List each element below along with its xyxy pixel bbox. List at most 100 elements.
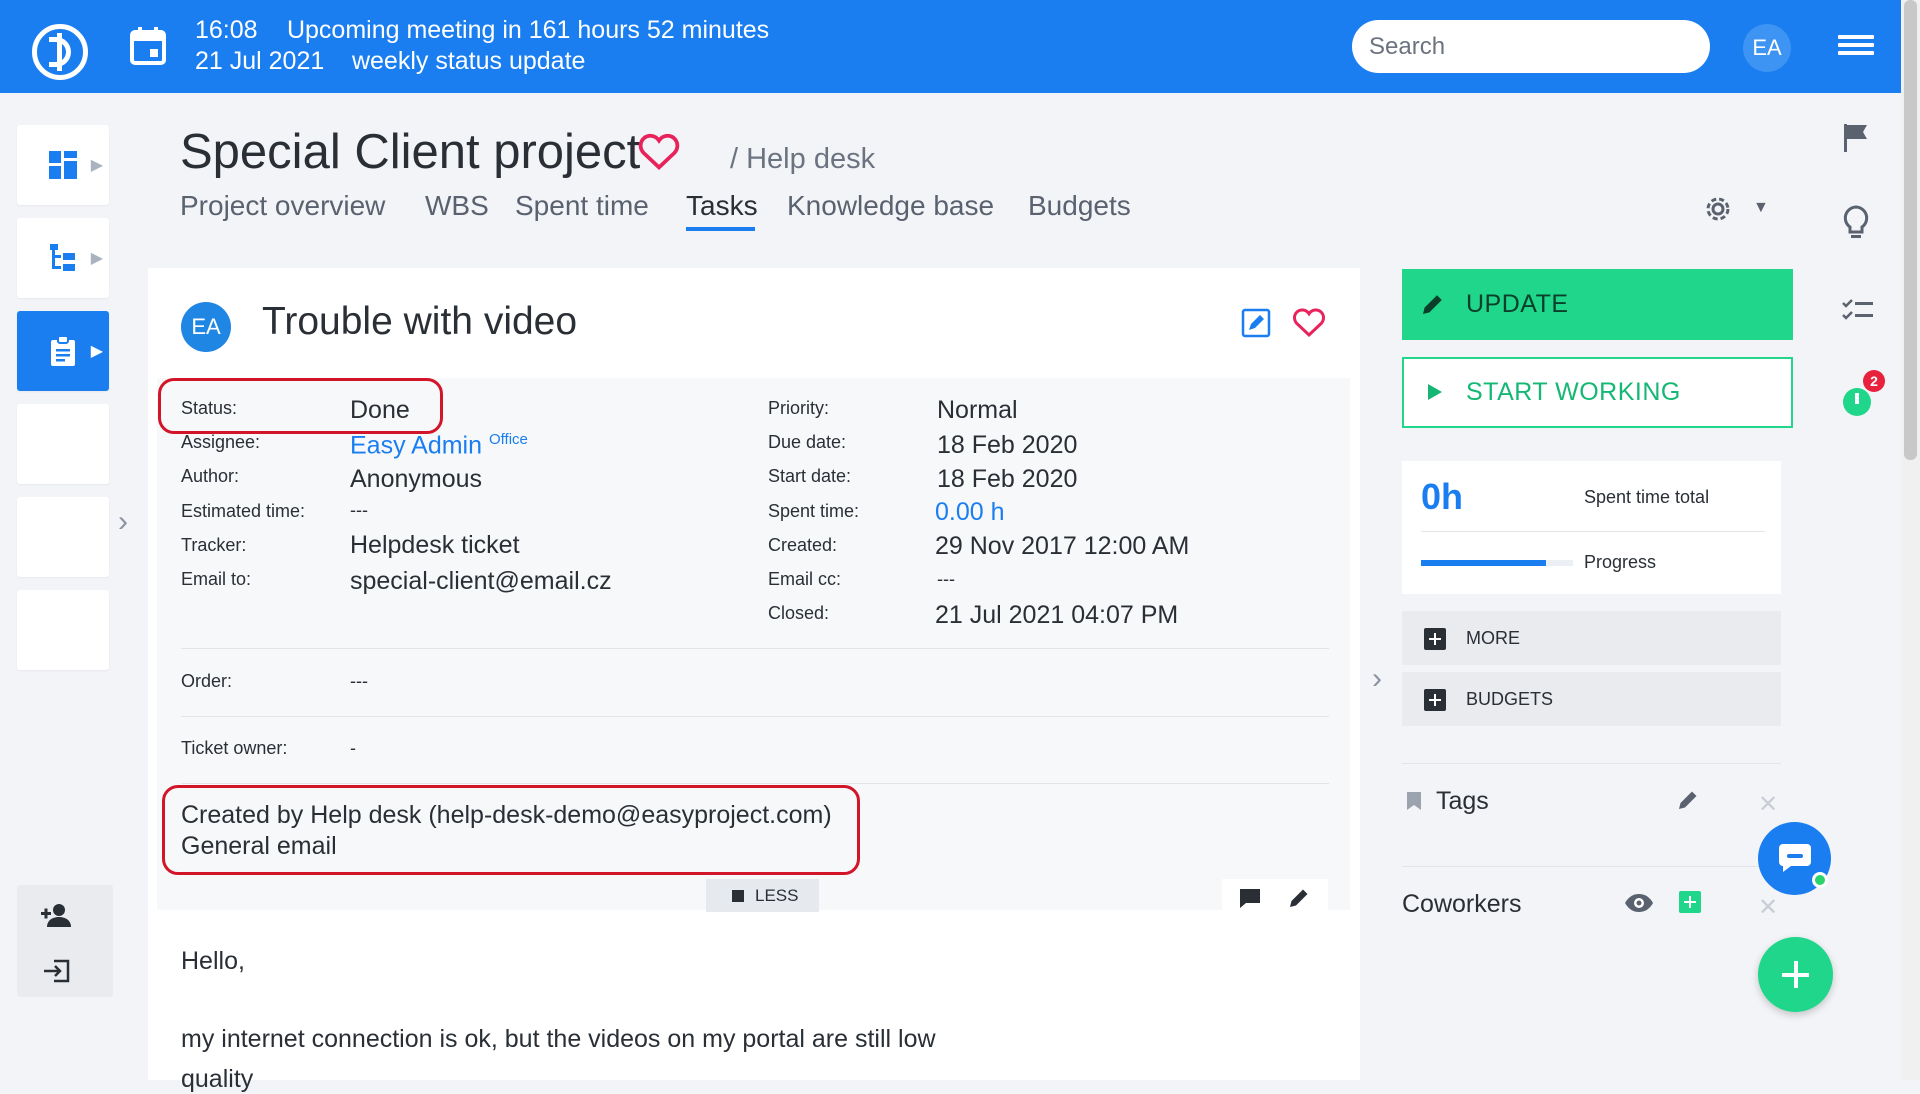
- chevron-down-icon[interactable]: ▼: [1753, 199, 1769, 217]
- close-icon[interactable]: ✕: [1758, 893, 1778, 922]
- calendar-icon[interactable]: [130, 27, 166, 65]
- estimated-time-label: Estimated time:: [181, 501, 306, 521]
- sidebar-item-empty-3[interactable]: [17, 590, 109, 670]
- flag-icon[interactable]: [1842, 123, 1870, 153]
- comment-icon[interactable]: [1238, 887, 1262, 909]
- menu-icon[interactable]: [1838, 35, 1874, 59]
- chevron-right-icon: ▶: [90, 157, 103, 174]
- chevron-right-icon: ▶: [90, 343, 103, 360]
- breadcrumb[interactable]: / Help desk: [730, 143, 875, 176]
- tab-wbs[interactable]: WBS: [425, 190, 489, 222]
- tab-spent-time[interactable]: Spent time: [515, 190, 649, 222]
- meeting-reminder[interactable]: 16:08 Upcoming meeting in 161 hours 52 m…: [195, 16, 769, 45]
- divider: [1421, 531, 1765, 532]
- eye-icon[interactable]: [1624, 893, 1654, 913]
- avatar[interactable]: EA: [181, 302, 231, 352]
- description-greeting: Hello,: [181, 947, 245, 975]
- gear-icon[interactable]: [1702, 193, 1734, 225]
- online-status-dot: [1812, 872, 1828, 888]
- tab-budgets[interactable]: Budgets: [1028, 190, 1131, 222]
- progress-bar: [1421, 560, 1573, 566]
- play-icon: [1428, 384, 1442, 400]
- meeting-countdown: Upcoming meeting in 161 hours 52 minutes: [286, 16, 770, 44]
- edit-tags-icon[interactable]: [1677, 789, 1699, 811]
- status-highlight-annotation: [158, 378, 443, 434]
- spent-time-total-value: 0h: [1421, 476, 1464, 517]
- created-label: Created:: [768, 535, 838, 555]
- close-icon[interactable]: ✕: [1758, 790, 1778, 819]
- search-input[interactable]: Search: [1352, 20, 1710, 73]
- email-cc-value[interactable]: ---: [937, 569, 955, 590]
- assignee-value[interactable]: Easy Admin Office: [350, 431, 528, 460]
- description-toolbar: [1222, 879, 1328, 912]
- priority-value[interactable]: Normal: [937, 396, 1018, 425]
- tracker-value[interactable]: Helpdesk ticket: [350, 531, 520, 560]
- due-date-value[interactable]: 18 Feb 2020: [937, 431, 1077, 460]
- pencil-icon[interactable]: [1288, 887, 1310, 909]
- sidebar-expand-icon[interactable]: ›: [118, 505, 128, 539]
- sidebar-item-empty-2[interactable]: [17, 497, 109, 577]
- more-panel[interactable]: MORE: [1402, 611, 1781, 665]
- plus-icon: [1424, 628, 1446, 650]
- checklist-icon[interactable]: [1842, 298, 1874, 326]
- start-working-button[interactable]: START WORKING: [1402, 357, 1793, 428]
- task-title: Trouble with video: [262, 300, 578, 343]
- scrollbar-thumb[interactable]: [1904, 0, 1917, 460]
- priority-label: Priority:: [768, 398, 830, 418]
- update-label: UPDATE: [1466, 290, 1569, 318]
- meeting-title: weekly status update: [351, 47, 586, 75]
- order-value[interactable]: ---: [350, 671, 368, 692]
- tags-label: Tags: [1436, 787, 1489, 815]
- progress-bar-fill: [1421, 560, 1546, 566]
- tracker-label: Tracker:: [181, 535, 247, 555]
- email-cc-label: Email cc:: [768, 569, 842, 589]
- estimated-time-value[interactable]: ---: [350, 500, 368, 521]
- sidebar-item-structure[interactable]: ▶: [17, 218, 109, 298]
- edit-icon[interactable]: [1241, 308, 1271, 338]
- divider: [1402, 763, 1781, 764]
- less-button[interactable]: LESS: [706, 879, 819, 912]
- sidebar-item-empty-1[interactable]: [17, 404, 109, 484]
- assignee-link[interactable]: Easy Admin: [350, 431, 482, 459]
- budgets-label: BUDGETS: [1466, 689, 1554, 709]
- progress-label: Progress: [1584, 552, 1657, 572]
- closed-label: Closed:: [768, 603, 830, 623]
- user-avatar[interactable]: EA: [1743, 24, 1791, 72]
- ticket-owner-value[interactable]: -: [350, 738, 356, 759]
- created-by-highlight-annotation: [162, 785, 860, 875]
- meeting-time: 16:08: [195, 16, 258, 44]
- timer-count-badge: 2: [1863, 370, 1885, 392]
- spent-time-label: Spent time:: [768, 501, 860, 521]
- email-to-value[interactable]: special-client@email.cz: [350, 567, 612, 596]
- pencil-icon: [1423, 295, 1442, 314]
- start-date-value[interactable]: 18 Feb 2020: [937, 465, 1077, 494]
- spent-time-value[interactable]: 0.00 h: [935, 498, 1005, 527]
- add-coworker-button[interactable]: [1679, 891, 1701, 913]
- tab-tasks[interactable]: Tasks: [686, 190, 758, 222]
- assignee-label: Assignee:: [181, 432, 261, 452]
- sidebar-item-dashboard[interactable]: ▶: [17, 125, 109, 205]
- description-line: my internet connection is ok, but the vi…: [181, 1025, 936, 1053]
- tab-project-overview[interactable]: Project overview: [180, 190, 385, 222]
- update-button[interactable]: UPDATE: [1402, 269, 1793, 340]
- divider: [181, 783, 1329, 784]
- sidebar-bottom-actions: [17, 885, 113, 997]
- start-date-label: Start date:: [768, 466, 852, 486]
- tree-structure-icon: [50, 244, 75, 271]
- spent-time-total-label: Spent time total: [1584, 487, 1710, 507]
- add-user-icon[interactable]: [41, 903, 73, 927]
- tab-knowledge-base[interactable]: Knowledge base: [787, 190, 994, 222]
- meeting-date: 21 Jul 2021: [195, 47, 325, 75]
- sign-in-icon[interactable]: [44, 959, 70, 983]
- heart-icon[interactable]: [1292, 307, 1326, 337]
- start-working-label: START WORKING: [1466, 378, 1681, 406]
- meeting-details[interactable]: 21 Jul 2021 weekly status update: [195, 47, 585, 76]
- heart-icon[interactable]: [638, 132, 680, 170]
- panel-expand-icon[interactable]: ›: [1372, 662, 1382, 696]
- budgets-panel[interactable]: BUDGETS: [1402, 672, 1781, 726]
- lightbulb-icon[interactable]: [1842, 205, 1870, 241]
- add-new-button[interactable]: [1758, 937, 1833, 1012]
- chevron-right-icon: ▶: [90, 250, 103, 267]
- sidebar-item-tasks[interactable]: ▶: [17, 311, 109, 391]
- app-logo-icon[interactable]: [32, 24, 88, 80]
